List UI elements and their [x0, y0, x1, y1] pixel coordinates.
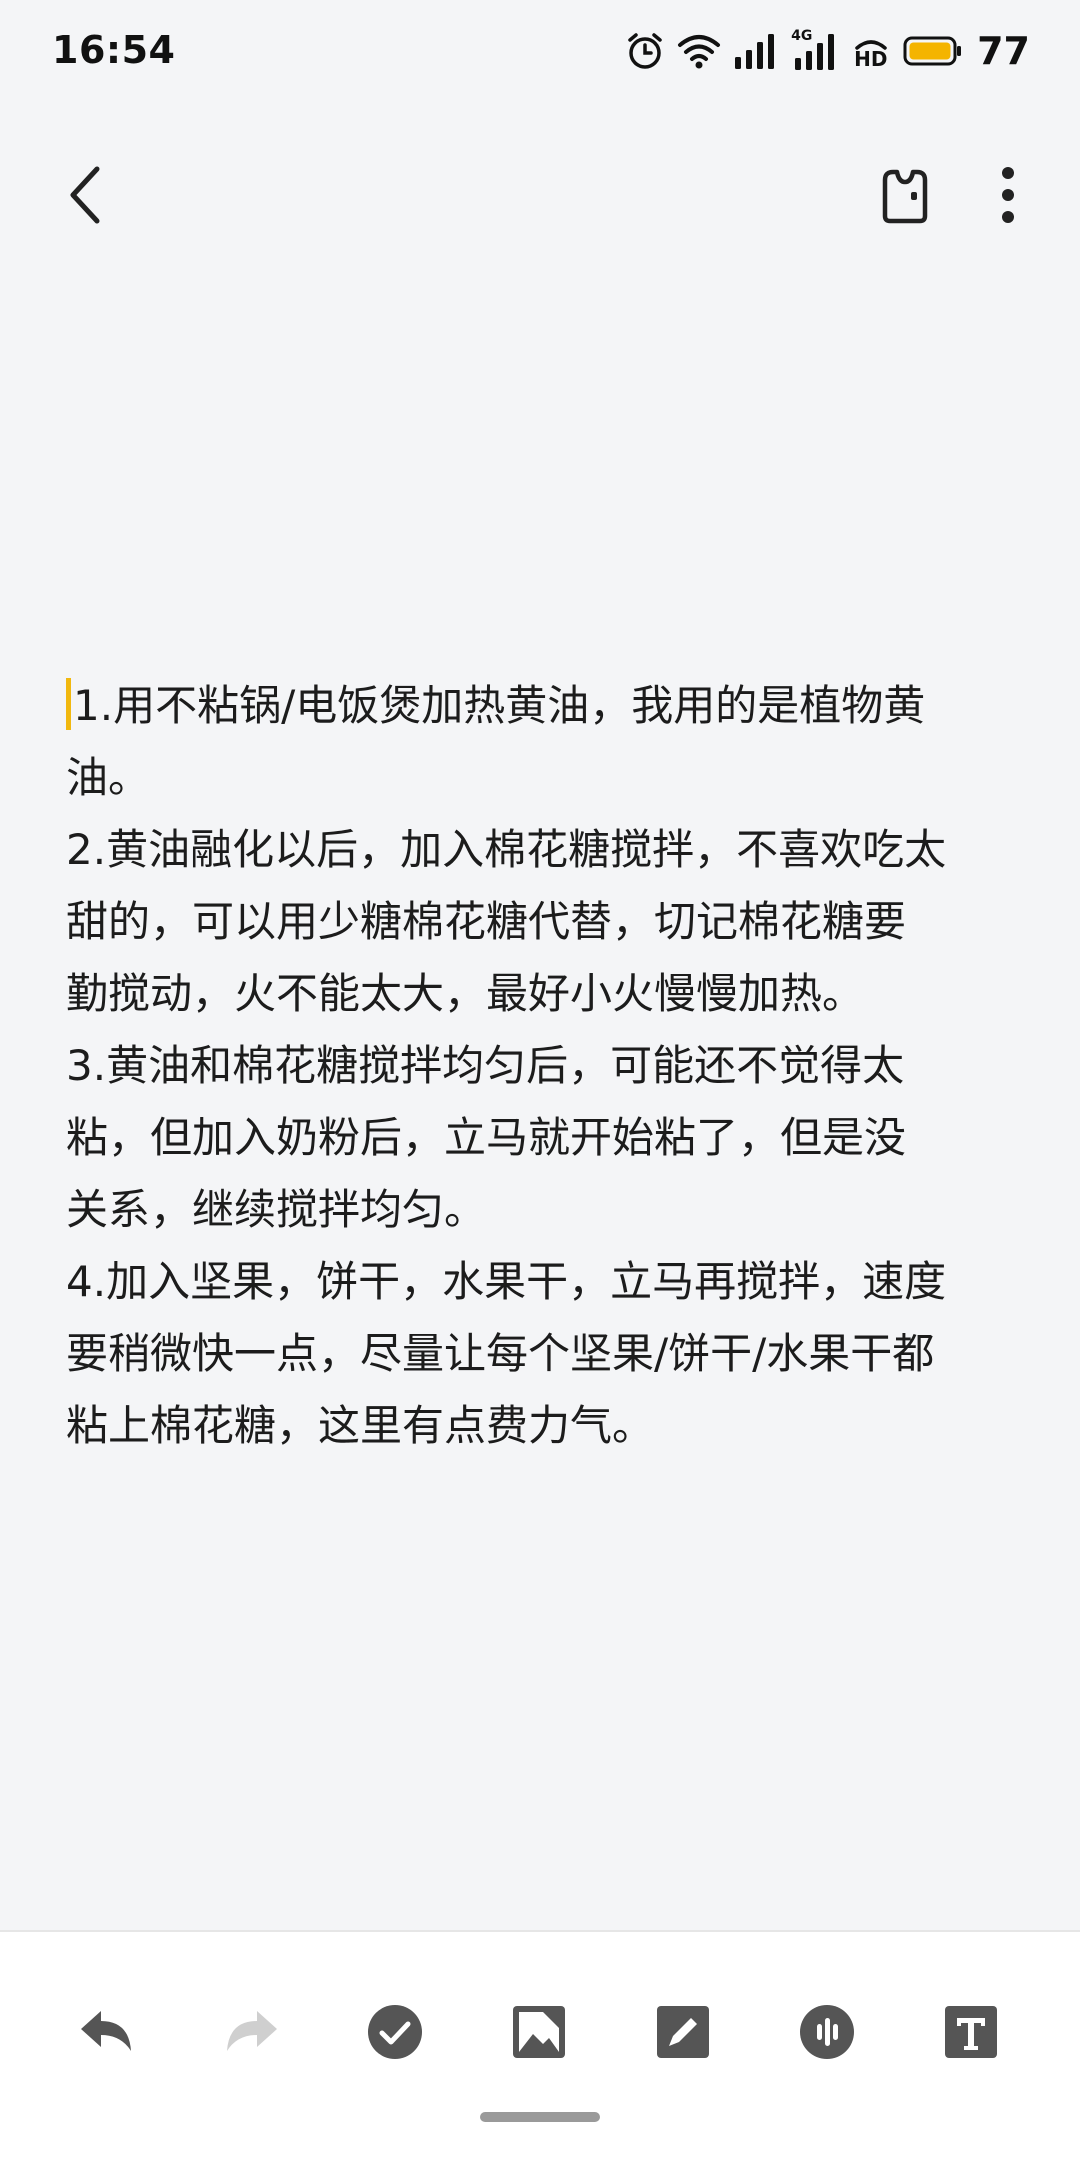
battery-icon — [903, 34, 963, 68]
more-vertical-icon — [1002, 167, 1014, 223]
hd-label: HD — [854, 47, 888, 71]
note-line-text: 1.用不粘锅/电饭煲加热黄油，我用的是植物黄 — [73, 681, 926, 730]
text-caret — [66, 678, 71, 730]
network-type-label: 4G — [791, 28, 813, 44]
hd-icon: HD — [851, 30, 891, 72]
note-editor[interactable]: 1.用不粘锅/电饭煲加热黄油，我用的是植物黄 油。 2.黄油融化以后，加入棉花糖… — [66, 670, 1026, 1462]
toolbar-row — [0, 1972, 1080, 2092]
note-line: 关系，继续搅拌均匀。 — [66, 1185, 487, 1234]
note-line: 要稍微快一点，尽量让每个坚果/饼干/水果干都 — [66, 1329, 935, 1378]
battery-level: 77 — [977, 29, 1030, 73]
undo-icon — [81, 2011, 131, 2051]
alarm-icon — [625, 31, 665, 71]
undo-button[interactable] — [52, 1972, 162, 2092]
back-button[interactable] — [40, 150, 130, 240]
note-line: 油。 — [66, 753, 151, 802]
status-bar: 16:54 4G HD 77 — [0, 0, 1080, 110]
status-time: 16:54 — [52, 28, 176, 72]
redo-icon — [227, 2011, 277, 2051]
signal-4g-icon: 4G — [791, 28, 839, 72]
app-bar — [0, 140, 1080, 250]
note-line: 2.黄油融化以后，加入棉花糖搅拌，不喜欢吃太 — [66, 825, 947, 874]
more-button[interactable] — [968, 150, 1048, 240]
bag-icon — [882, 169, 928, 224]
signal-icon — [733, 31, 779, 71]
text-format-button[interactable] — [916, 1972, 1026, 2092]
chevron-left-icon — [70, 166, 100, 224]
note-line: 3.黄油和棉花糖搅拌均匀后，可能还不觉得太 — [66, 1041, 905, 1090]
text-format-icon — [945, 2006, 997, 2058]
draw-button[interactable] — [628, 1972, 738, 2092]
checklist-button[interactable] — [340, 1972, 450, 2092]
status-icons: 4G HD 77 — [625, 28, 1030, 74]
note-line: 勤搅动，火不能太大，最好小火慢慢加热。 — [66, 969, 865, 1018]
wifi-icon — [677, 31, 721, 71]
bottom-toolbar — [0, 1930, 1080, 2162]
note-line: 1.用不粘锅/电饭煲加热黄油，我用的是植物黄 — [66, 670, 1026, 742]
audio-button[interactable] — [772, 1972, 882, 2092]
bag-button[interactable] — [860, 150, 950, 240]
redo-button[interactable] — [196, 1972, 306, 2092]
audio-icon — [800, 2005, 854, 2059]
image-button[interactable] — [484, 1972, 594, 2092]
draw-icon — [657, 2006, 709, 2058]
image-icon — [513, 2006, 565, 2058]
home-indicator[interactable] — [480, 2112, 600, 2122]
note-line: 粘，但加入奶粉后，立马就开始粘了，但是没 — [66, 1113, 907, 1162]
note-line: 甜的，可以用少糖棉花糖代替，切记棉花糖要 — [66, 897, 907, 946]
note-line: 4.加入坚果，饼干，水果干，立马再搅拌，速度 — [66, 1257, 947, 1306]
note-line: 粘上棉花糖，这里有点费力气。 — [66, 1401, 655, 1450]
checklist-icon — [368, 2005, 422, 2059]
